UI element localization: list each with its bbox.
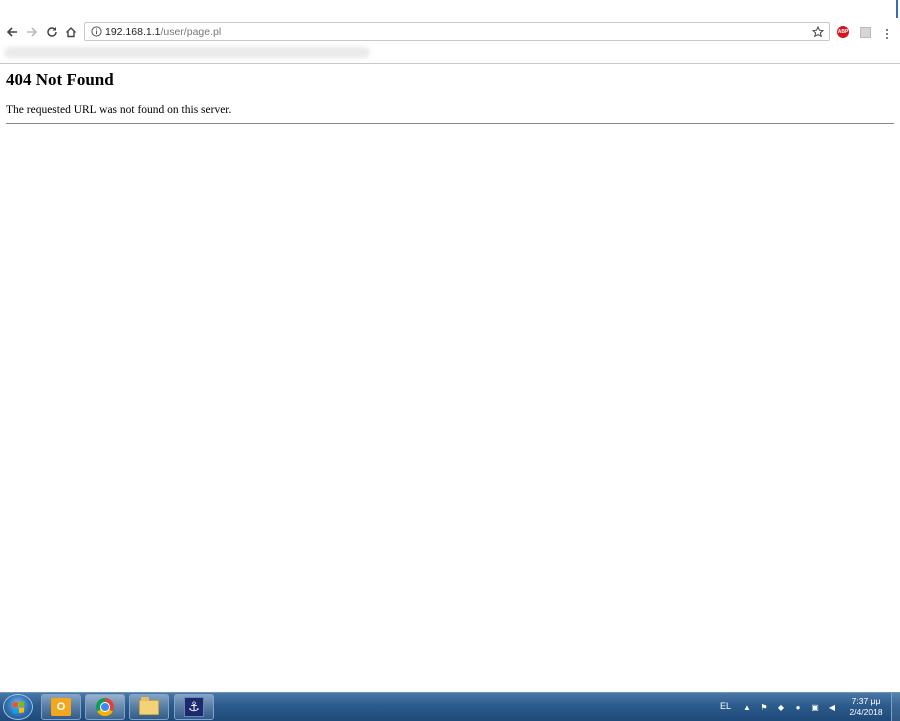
tray-app-icon[interactable]: ◆ — [776, 702, 786, 712]
error-message: The requested URL was not found on this … — [6, 104, 232, 116]
bookmark-star-icon[interactable] — [811, 24, 825, 39]
action-center-flag-icon[interactable]: ⚑ — [759, 702, 769, 712]
back-button[interactable] — [3, 23, 21, 41]
divider — [6, 123, 894, 124]
reload-button[interactable] — [43, 23, 61, 41]
network-icon[interactable]: ▣ — [810, 702, 820, 712]
taskbar: O ⚓ EL ▲ ⚑ ◆ ● ▣ ◀ 7:37 μμ 2/4/2018 — [0, 692, 900, 721]
clock-date: 2/4/2018 — [849, 707, 883, 717]
bookmarks-bar — [0, 44, 900, 64]
browser-toolbar: 192.168.1.1/user/page.pl ABP — [0, 20, 900, 44]
pdf-extension-icon — [859, 26, 871, 38]
clock[interactable]: 7:37 μμ 2/4/2018 — [842, 696, 890, 718]
address-bar[interactable]: 192.168.1.1/user/page.pl — [84, 22, 830, 41]
blurred-bookmarks — [4, 47, 370, 58]
window-edge — [896, 0, 898, 18]
pdf-extension-button[interactable] — [858, 25, 872, 39]
windows-logo-icon — [12, 700, 24, 714]
tray-sync-icon[interactable]: ● — [793, 702, 803, 712]
taskbar-outlook[interactable]: O — [41, 694, 81, 720]
chrome-icon — [96, 698, 114, 716]
home-icon — [66, 27, 76, 38]
taskbar-explorer[interactable] — [129, 694, 169, 720]
forward-arrow-icon — [27, 27, 38, 37]
folder-icon — [139, 696, 159, 715]
taskbar-app[interactable]: ⚓ — [174, 694, 214, 720]
show-desktop-button[interactable] — [891, 693, 900, 721]
url-path: /user/page.pl — [160, 25, 222, 38]
reload-icon — [47, 27, 57, 37]
url-host: 192.168.1.1 — [105, 25, 161, 38]
volume-icon[interactable]: ◀ — [827, 702, 837, 712]
adblock-extension-button[interactable]: ABP — [836, 25, 850, 39]
back-arrow-icon — [6, 27, 17, 37]
page-content: 404 Not Found The requested URL was not … — [6, 64, 894, 124]
language-indicator[interactable]: EL — [720, 701, 731, 711]
page-title: 404 Not Found — [6, 70, 114, 89]
window-top-strip — [0, 0, 900, 20]
show-hidden-icons-icon[interactable]: ▲ — [742, 702, 752, 712]
forward-button[interactable] — [23, 23, 41, 41]
app-icon: ⚓ — [184, 697, 204, 717]
clock-time: 7:37 μμ — [851, 696, 881, 706]
outlook-icon: O — [51, 698, 71, 716]
home-button[interactable] — [62, 23, 80, 41]
adblock-icon: ABP — [837, 26, 849, 38]
browser-menu-icon[interactable] — [882, 27, 892, 41]
info-icon[interactable] — [87, 23, 105, 40]
taskbar-chrome[interactable] — [85, 694, 125, 720]
start-button[interactable] — [3, 694, 33, 720]
url-text[interactable]: 192.168.1.1/user/page.pl — [105, 26, 221, 38]
